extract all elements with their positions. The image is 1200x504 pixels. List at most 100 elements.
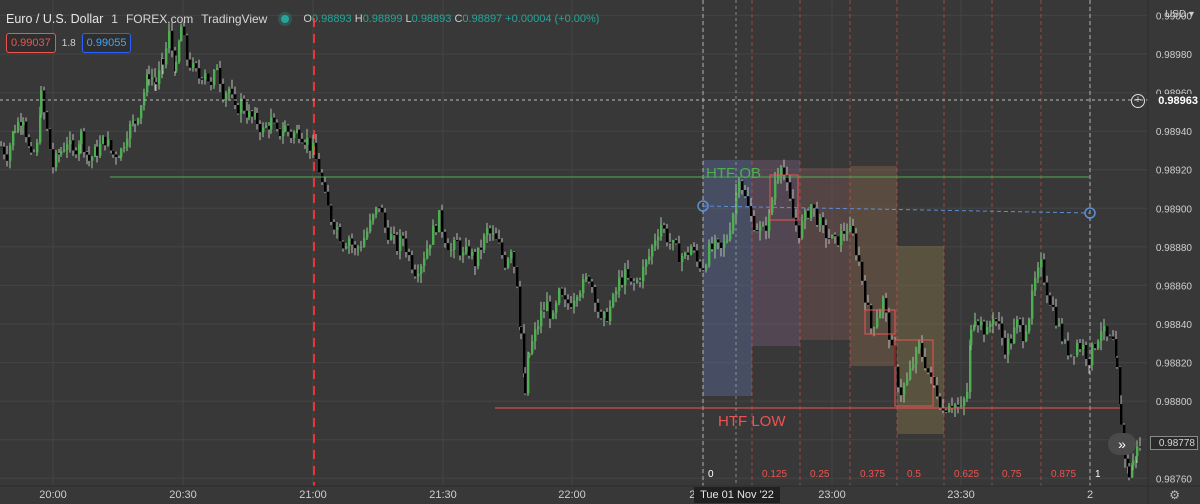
- candle-body: [702, 268, 705, 270]
- candle-body: [360, 246, 363, 248]
- candle-body: [774, 180, 777, 200]
- candle-body: [120, 148, 123, 157]
- time-tick-label: 23:00: [818, 489, 846, 501]
- plus-icon[interactable]: +: [1131, 94, 1145, 108]
- candle-body: [3, 146, 6, 155]
- candle-body: [28, 137, 31, 147]
- candle-body: [573, 300, 576, 308]
- candle-body: [531, 341, 534, 354]
- candle-body: [393, 234, 396, 236]
- fib-level-label: 0.5: [907, 469, 921, 480]
- candle-body: [186, 35, 189, 60]
- candle-body: [507, 258, 510, 268]
- candle-body: [204, 73, 207, 80]
- candle-body: [75, 150, 78, 155]
- candle-body: [954, 404, 957, 408]
- candle-body: [78, 144, 81, 155]
- price-chart[interactable]: 0 0.125 0.25 0.375 0.5 0.625 0.75 0.875 1 0.9900…: [0, 0, 1200, 504]
- candle-body: [957, 404, 960, 407]
- candle-body: [989, 324, 992, 327]
- candle-body: [216, 67, 219, 71]
- price-axis[interactable]: [1148, 0, 1200, 504]
- candle-body: [828, 238, 831, 240]
- candle-body: [669, 242, 672, 244]
- candle-body: [83, 131, 86, 153]
- candle-body: [405, 238, 408, 252]
- candle-body: [342, 241, 345, 249]
- buy-price-button[interactable]: 0.99055: [81, 33, 132, 53]
- candle-body: [49, 128, 52, 150]
- htf-ob-label[interactable]: HTF OB: [706, 165, 761, 182]
- candle-body: [213, 70, 216, 85]
- time-tick-label: 22:00: [558, 489, 586, 501]
- candle-body: [354, 244, 357, 249]
- candle-body: [924, 356, 927, 369]
- candle-body: [273, 117, 276, 123]
- candle-body: [287, 125, 290, 132]
- candle-body: [852, 225, 855, 234]
- candle-body: [963, 398, 966, 406]
- candles-layer: [0, 21, 1142, 481]
- symbol-name[interactable]: Euro / U.S. Dollar: [6, 12, 103, 26]
- market-status-icon[interactable]: [281, 15, 290, 23]
- candle-body: [33, 152, 36, 154]
- currency-selector[interactable]: USD ▾: [1165, 9, 1194, 20]
- candle-body: [660, 225, 663, 237]
- candle-body: [486, 228, 489, 236]
- candle-body: [438, 210, 441, 233]
- scroll-to-realtime-icon[interactable]: »: [1108, 433, 1136, 455]
- candle-body: [381, 207, 384, 213]
- candle-body: [168, 30, 171, 49]
- candle-body: [137, 118, 140, 124]
- candle-body: [495, 233, 498, 240]
- candle-body: [960, 405, 963, 407]
- candle-body: [1132, 460, 1135, 466]
- interval-label[interactable]: 1: [111, 12, 118, 26]
- candle-body: [402, 235, 405, 239]
- candle-body: [465, 246, 468, 253]
- candle-body: [284, 125, 287, 132]
- candle-body: [55, 153, 58, 168]
- candle-body: [39, 115, 42, 143]
- candle-body: [516, 266, 519, 287]
- candle-body: [546, 301, 549, 312]
- candle-body: [807, 210, 810, 218]
- candle-body: [527, 356, 530, 394]
- sell-price-button[interactable]: 0.99037: [6, 33, 56, 53]
- candle-body: [795, 217, 798, 226]
- candle-body: [594, 287, 597, 303]
- candle-body: [846, 231, 849, 234]
- candle-body: [903, 384, 906, 396]
- candle-body: [524, 373, 527, 394]
- candle-body: [1076, 343, 1079, 356]
- candle-body: [897, 366, 900, 388]
- candle-body: [678, 243, 681, 263]
- candle-body: [582, 279, 585, 294]
- axes-layer: 0.990000.989800.989600.989400.989200.989…: [0, 0, 1200, 504]
- candle-body: [293, 132, 296, 138]
- candle-body: [270, 117, 273, 130]
- candle-body: [36, 142, 39, 153]
- candle-body: [414, 269, 417, 277]
- candle-body: [789, 182, 792, 199]
- candle-body: [43, 90, 46, 113]
- candle-body: [219, 67, 222, 84]
- candle-body: [810, 204, 813, 218]
- candle-body: [861, 261, 864, 281]
- fib-level-label: 0.75: [1002, 469, 1022, 480]
- gear-icon[interactable]: ⚙: [1169, 488, 1180, 502]
- candle-body: [977, 321, 980, 326]
- candle-body: [134, 120, 137, 124]
- candle-body: [1058, 323, 1061, 326]
- candle-body: [228, 88, 231, 94]
- htf-low-label[interactable]: HTF LOW: [718, 413, 786, 430]
- candle-body: [1079, 343, 1082, 350]
- candle-body: [282, 131, 285, 137]
- candle-body: [336, 227, 339, 230]
- candle-body: [88, 154, 91, 161]
- candle-body: [345, 246, 348, 249]
- candle-body: [301, 138, 304, 143]
- chart-root[interactable]: 0 0.125 0.25 0.375 0.5 0.625 0.75 0.875 1 0.9900…: [0, 0, 1200, 504]
- candle-body: [672, 240, 675, 243]
- candle-body: [498, 239, 501, 243]
